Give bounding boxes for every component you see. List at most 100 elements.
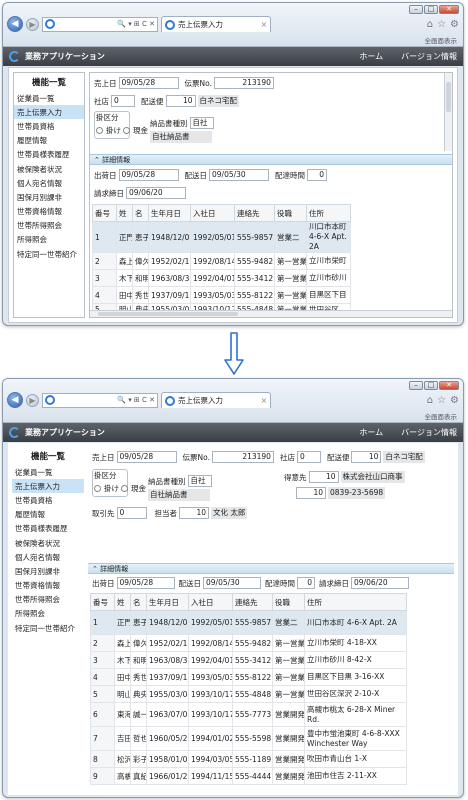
col-header[interactable]: 役職 (274, 204, 307, 222)
sidebar-item[interactable]: 従業員一覧 (14, 91, 84, 105)
address-tools[interactable]: 🔍 ▾ ⊞ C ✕ (117, 20, 155, 28)
table-row[interactable]: 9 高橋 真紀 1966/01/27 1994/11/15 555-4444 営業開発 池田市… (90, 767, 407, 785)
menu-version[interactable]: バージョン情報 (401, 51, 457, 62)
table-row[interactable]: 6 東海 誠一 1963/07/02 1993/10/17 555-7773 営業開発 高槻市… (90, 702, 407, 727)
star-icon[interactable]: ☆ (437, 19, 446, 30)
col-header[interactable]: 姓 (116, 204, 133, 222)
table-row[interactable]: 3 木下 和明 1963/08/30 1992/04/01 555-3412 第一営業 立川市… (92, 269, 351, 287)
sidebar-item[interactable]: 特定同一世帯紹介 (12, 621, 84, 635)
customer-code-input[interactable]: 10 (308, 471, 339, 483)
table-row[interactable]: 8 松沢 彩子 1958/01/09 1994/03/05 555-1189 営業開発 吹田市… (90, 750, 407, 768)
command-bar[interactable]: 全画面表示 (3, 35, 463, 45)
table-row[interactable]: 4 田中 秀世 1937/09/19 1993/05/03 555-8122 第一営業 目黒区… (92, 286, 351, 304)
table-row[interactable]: 1 正門 恵子 1948/12/08 1992/05/01 555-9857 営業二 川口市本… (92, 221, 351, 253)
ship-date-input[interactable]: 09/05/28 (118, 169, 179, 181)
col-header[interactable]: 番号 (90, 593, 115, 611)
browser-tab[interactable]: 売上伝票入力 × (161, 392, 271, 408)
maximize-button[interactable]: □ (424, 381, 438, 390)
sales-date-input[interactable]: 09/05/28 (116, 451, 177, 463)
phone-code-input[interactable]: 10 (296, 487, 326, 499)
delivery-time-input[interactable]: 0 (307, 169, 327, 181)
col-header[interactable]: 名 (132, 204, 149, 222)
table-row[interactable]: 7 吉田 哲也 1960/05/29 1994/01/02 555-5598 営業開発 豊中市… (90, 726, 407, 751)
sidebar-item[interactable]: 世帯員様表履歴 (14, 148, 84, 162)
radio-credit[interactable] (96, 127, 103, 134)
home-icon[interactable]: ⌂ (427, 395, 433, 406)
maximize-button[interactable]: □ (424, 5, 438, 14)
sidebar-item[interactable]: 履歴情報 (14, 134, 84, 148)
delivery-date-input[interactable]: 09/05/30 (203, 577, 261, 589)
browser-tab[interactable]: 売上伝票入力 × (161, 16, 271, 32)
gear-icon[interactable]: ⚙ (450, 395, 459, 406)
slip-no-input[interactable]: 213190 (213, 77, 274, 89)
sidebar-item[interactable]: 被保険者状況 (12, 536, 84, 550)
back-icon[interactable]: ◀ (7, 16, 23, 32)
col-header[interactable]: 連絡先 (234, 204, 275, 222)
sidebar-item[interactable]: 世帯所得照会 (12, 593, 84, 607)
billing-date-input[interactable]: 09/06/20 (126, 187, 186, 199)
sidebar-item[interactable]: 個人宛名情報 (14, 176, 84, 190)
sidebar-item[interactable]: 世帯員資格 (14, 119, 84, 133)
radio-credit[interactable] (94, 485, 101, 492)
sidebar-item[interactable]: 国保月別課非 (12, 564, 84, 578)
form-scrollbar[interactable] (444, 73, 452, 151)
address-bar[interactable]: 🔍 ▾ ⊞ C ✕ (42, 16, 158, 32)
address-tools[interactable]: 🔍 ▾ ⊞ C ✕ (117, 396, 155, 404)
tab-close-icon[interactable]: × (261, 20, 267, 29)
staff-code-input[interactable]: 10 (179, 507, 209, 519)
col-header[interactable]: 名 (130, 593, 147, 611)
sidebar-item[interactable]: 被保険者状況 (14, 162, 84, 176)
sidebar-item[interactable]: 世帯資格情報 (14, 205, 84, 219)
sidebar-item-selected[interactable]: 売上伝票入力 (14, 105, 84, 120)
billing-date-input[interactable]: 09/06/20 (351, 577, 409, 589)
sidebar-item[interactable]: 世帯員様表履歴 (12, 522, 84, 536)
sidebar-item[interactable]: 所得照会 (14, 233, 84, 247)
gear-icon[interactable]: ⚙ (450, 19, 459, 30)
sidebar-item[interactable]: 世帯員資格 (12, 493, 84, 507)
delivery-code-input[interactable]: 10 (351, 451, 382, 463)
back-icon[interactable]: ◀ (7, 392, 23, 408)
sidebar-item[interactable]: 個人宛名情報 (12, 550, 84, 564)
delivery-code-input[interactable]: 10 (165, 95, 196, 107)
col-header[interactable]: 入社日 (188, 593, 233, 611)
sidebar-item[interactable]: 世帯所得照会 (14, 219, 84, 233)
menu-version[interactable]: バージョン情報 (401, 427, 457, 438)
sidebar-item[interactable]: 国保月別課非 (14, 190, 84, 204)
table-row[interactable]: 4 田中 秀世 1937/09/19 1993/05/03 555-8122 第一営業 目黒区… (90, 668, 407, 686)
star-icon[interactable]: ☆ (437, 395, 446, 406)
table-row[interactable]: 5明山典央1955/03/041993/10/17555-4848第一営業世田谷… (90, 685, 407, 703)
col-header[interactable]: 役職 (272, 593, 305, 611)
close-button[interactable]: ✕ (439, 381, 459, 390)
detail-header[interactable]: ⌃ 詳細情報 (90, 154, 452, 165)
sidebar-item[interactable]: 従業員一覧 (12, 465, 84, 479)
tab-close-icon[interactable]: × (261, 396, 267, 405)
col-header[interactable]: 入社日 (190, 204, 235, 222)
col-header[interactable]: 生年月日 (148, 204, 191, 222)
table-row[interactable]: 1 正門 恵子 1948/12/08 1992/05/01 555-9857 営業二 川口市本… (90, 610, 407, 635)
menu-home[interactable]: ホーム (359, 51, 383, 62)
sidebar-item[interactable]: 世帯資格情報 (12, 579, 84, 593)
minimize-button[interactable]: – (409, 5, 423, 14)
table-h-scrollbar[interactable] (90, 310, 452, 317)
forward-icon[interactable]: ▶ (26, 393, 39, 407)
ship-date-input[interactable]: 09/05/28 (116, 577, 175, 589)
radio-cash[interactable] (121, 485, 128, 492)
address-bar[interactable]: 🔍 ▾ ⊞ C ✕ (42, 392, 158, 408)
home-icon[interactable]: ⌂ (427, 19, 433, 30)
close-button[interactable]: ✕ (439, 5, 459, 14)
sidebar-item[interactable]: 特定同一世帯紹介 (14, 247, 84, 261)
minimize-button[interactable]: – (409, 381, 423, 390)
company-input[interactable]: 0 (111, 95, 135, 107)
col-header[interactable]: 住所 (306, 204, 351, 222)
supplier-input[interactable]: 0 (116, 507, 147, 519)
company-input[interactable]: 0 (296, 451, 321, 463)
slip-no-input[interactable]: 213190 (211, 451, 274, 463)
col-header[interactable]: 姓 (114, 593, 131, 611)
doc-type-input[interactable]: 自社 (189, 117, 214, 129)
doc-type-input[interactable]: 自社 (187, 475, 212, 487)
detail-header[interactable]: ⌃ 詳細情報 (88, 563, 454, 574)
table-row[interactable]: 2 森上 偉久 1952/02/19 1992/08/14 555-9482 第一営業 立川市… (90, 634, 407, 652)
delivery-time-input[interactable]: 0 (297, 577, 315, 589)
forward-icon[interactable]: ▶ (26, 17, 39, 31)
sidebar-item[interactable]: 所得照会 (12, 607, 84, 621)
